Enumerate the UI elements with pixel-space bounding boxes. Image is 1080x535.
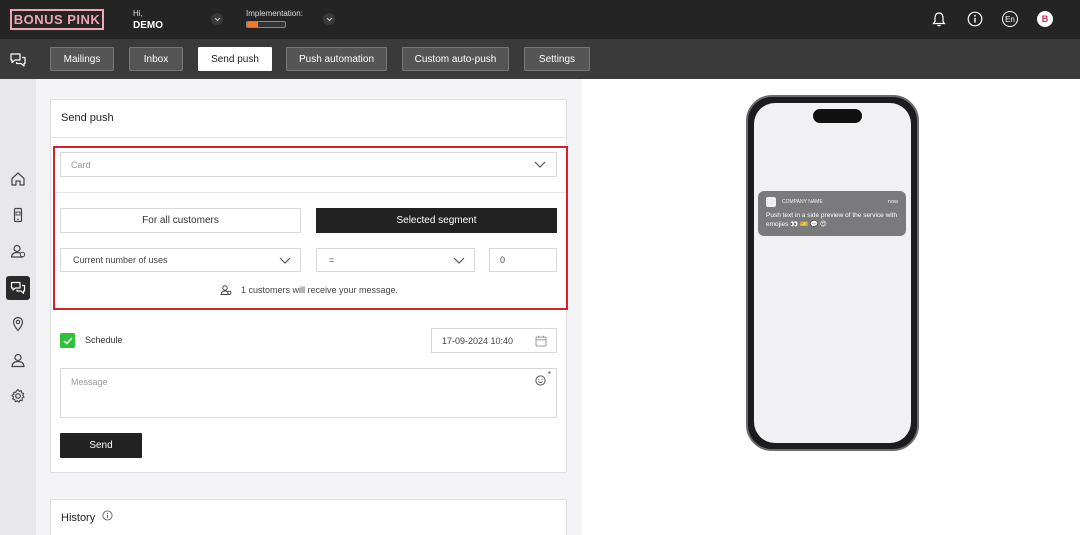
push-notification-preview: COMPANY NAME now Push text in a side pre… <box>758 191 906 236</box>
language-switch[interactable]: En <box>1002 11 1018 27</box>
home-icon[interactable] <box>6 167 30 191</box>
brand-logo[interactable]: BONUS PINK <box>10 9 104 30</box>
phone-screen <box>754 103 911 443</box>
segment-highlight-box <box>53 146 568 310</box>
greeting: Hi, <box>133 9 143 18</box>
app-icon <box>766 197 776 207</box>
send-button[interactable]: Send <box>60 433 142 458</box>
info-icon[interactable] <box>102 510 113 521</box>
notification-company: COMPANY NAME <box>782 199 823 205</box>
datetime-value: 17-09-2024 10:40 <box>442 335 514 346</box>
tab-custom-auto-push[interactable]: Custom auto-push <box>402 47 509 71</box>
dynamic-island <box>813 109 862 123</box>
implementation-progress-fill <box>247 22 259 27</box>
notification-text: Push text in a side preview of the servi… <box>766 212 898 228</box>
tab-push-automation[interactable]: Push automation <box>286 47 387 71</box>
history-card: History <box>50 499 567 535</box>
required-mark: * <box>547 370 551 379</box>
info-icon[interactable] <box>967 11 983 27</box>
account-chevron-down-icon[interactable] <box>211 13 223 25</box>
sidebar <box>0 79 36 535</box>
mobile-card-icon[interactable] <box>6 203 30 227</box>
calendar-icon[interactable] <box>535 335 547 347</box>
implementation-label: Implementation: <box>246 9 303 18</box>
message-textarea[interactable]: Message * <box>60 368 557 418</box>
schedule-label: Schedule <box>85 335 123 345</box>
title-divider <box>51 137 566 138</box>
history-title: History <box>61 512 96 524</box>
implementation-progress-bar <box>246 21 286 28</box>
user-profile-icon[interactable] <box>6 348 30 372</box>
implementation-chevron-down-icon[interactable] <box>323 13 335 25</box>
tab-inbox[interactable]: Inbox <box>129 47 183 71</box>
tab-mailings[interactable]: Mailings <box>50 47 114 71</box>
tab-settings[interactable]: Settings <box>524 47 590 71</box>
message-placeholder: Message <box>71 377 108 387</box>
notification-time: now <box>887 199 898 205</box>
main-nav: Mailings Inbox Send push Push automation… <box>0 39 1080 79</box>
chat-icon[interactable] <box>9 51 27 69</box>
bell-icon[interactable] <box>931 11 947 27</box>
check-icon <box>62 336 73 345</box>
messages-icon[interactable] <box>6 276 30 300</box>
phone-mockup <box>746 95 919 451</box>
gear-icon[interactable] <box>6 384 30 408</box>
user-name[interactable]: DEMO <box>133 20 163 31</box>
customers-icon[interactable] <box>6 239 30 263</box>
tab-send-push[interactable]: Send push <box>198 47 272 71</box>
datetime-input[interactable]: 17-09-2024 10:40 <box>431 328 557 353</box>
top-bar: BONUS PINK Hi, DEMO Implementation: En B <box>0 0 1080 39</box>
page-title: Send push <box>61 112 114 124</box>
user-avatar[interactable]: B <box>1037 11 1053 27</box>
location-pin-icon[interactable] <box>6 312 30 336</box>
emoji-icon[interactable] <box>535 375 546 386</box>
schedule-checkbox[interactable] <box>60 333 75 348</box>
